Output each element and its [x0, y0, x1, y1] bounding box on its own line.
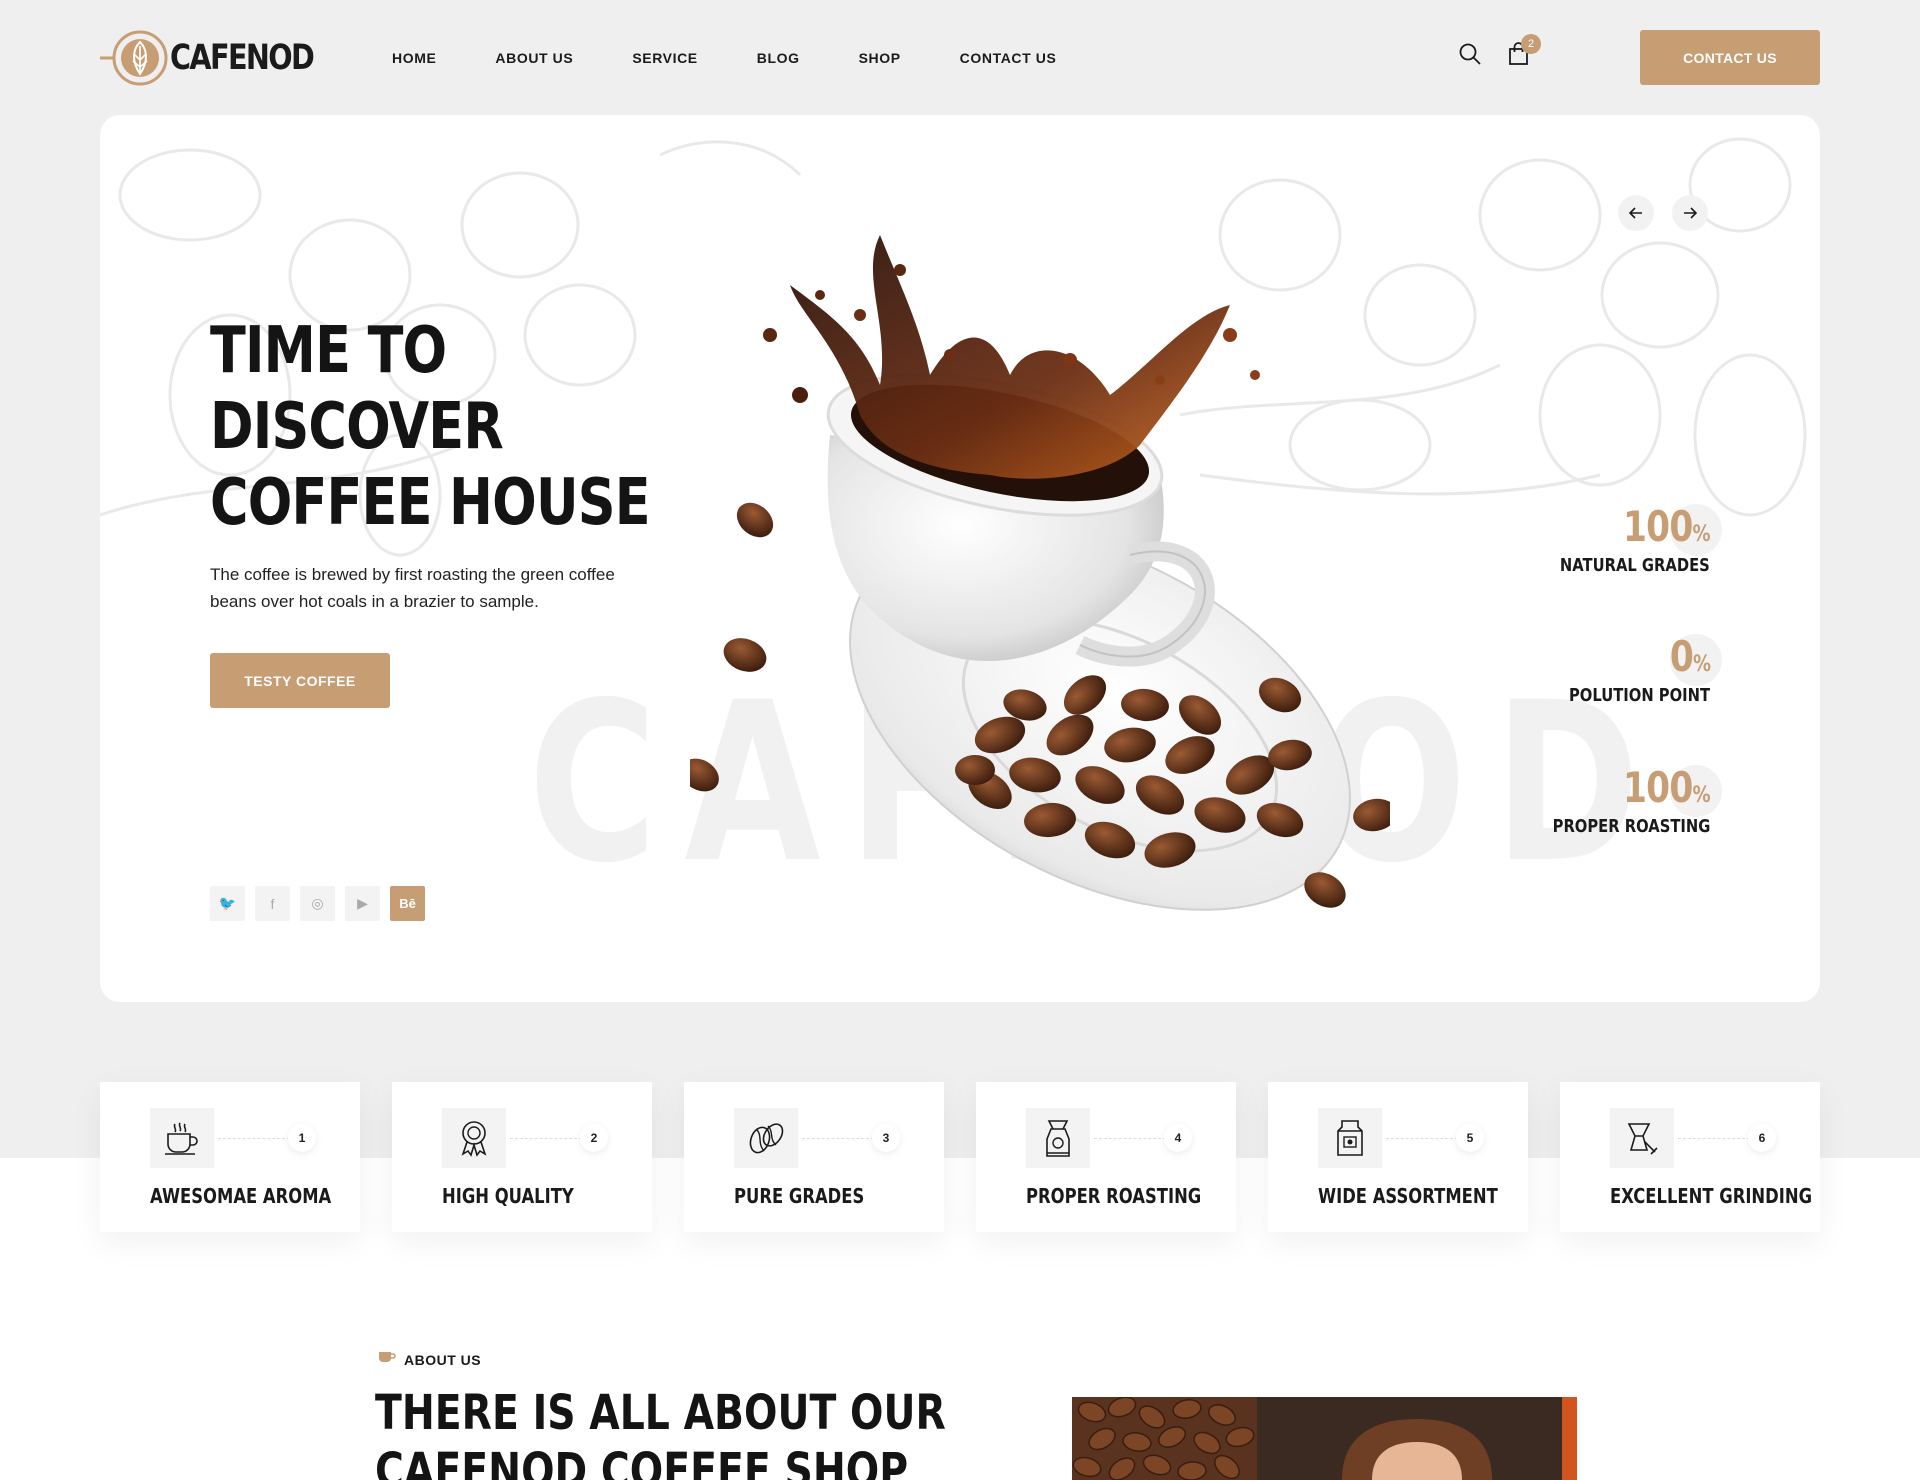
about-title: THERE IS ALL ABOUT OUR CAFENOD COFFEE SH…: [375, 1384, 1071, 1480]
feature-number: 3: [872, 1124, 900, 1152]
header-contact-button[interactable]: CONTACT US: [1640, 30, 1820, 85]
about-title-line-1: THERE IS ALL ABOUT OUR: [375, 1385, 946, 1441]
site-header: CAFENOD HOME ABOUT US SERVICE BLOG SHOP …: [100, 30, 1820, 86]
stat-label: PROPER ROASTING: [1552, 816, 1710, 837]
stat-value: 0: [1669, 632, 1694, 681]
feature-connector: [510, 1138, 582, 1139]
coffee-mug-icon: [378, 1350, 396, 1369]
stat-polution-point: 0% POLUTION POINT: [1538, 632, 1722, 706]
feature-number: 1: [288, 1124, 316, 1152]
stat-label: POLUTION POINT: [1568, 685, 1710, 706]
main-nav: HOME ABOUT US SERVICE BLOG SHOP CONTACT …: [392, 50, 1115, 66]
twitter-icon[interactable]: 🐦: [210, 886, 245, 921]
feature-number: 5: [1456, 1124, 1484, 1152]
feature-connector: [218, 1138, 290, 1139]
hero-card: CAFENOD TIME TO DISCOVER COFFEE HOUSE Th…: [100, 115, 1820, 1002]
about-image-beans-and-portrait: [1072, 1397, 1577, 1480]
facebook-icon[interactable]: f: [255, 886, 290, 921]
feature-number: 2: [580, 1124, 608, 1152]
coffee-beans-icon: [734, 1108, 798, 1168]
instagram-icon[interactable]: ◎: [300, 886, 335, 921]
stat-value: 100: [1623, 502, 1693, 551]
stat-proper-roasting: 100% PROPER ROASTING: [1518, 763, 1722, 837]
brand-name: CAFENOD: [170, 38, 315, 78]
about-title-line-2: CAFENOD COFFEE SHOP: [375, 1443, 909, 1480]
behance-icon[interactable]: Bē: [390, 886, 425, 921]
hero-description: The coffee is brewed by first roasting t…: [210, 565, 615, 611]
feature-number: 4: [1164, 1124, 1192, 1152]
stat-value: 100: [1623, 763, 1693, 812]
nav-contact-us[interactable]: CONTACT US: [960, 50, 1057, 66]
nav-about-us[interactable]: ABOUT US: [495, 50, 573, 66]
coffee-cup-icon: [150, 1108, 214, 1168]
hero-title: TIME TO DISCOVER COFFEE HOUSE: [210, 313, 746, 541]
feature-card-aroma[interactable]: 1 AWESOMAE AROMA: [100, 1082, 360, 1232]
feature-card-quality[interactable]: 2 HIGH QUALITY: [392, 1082, 652, 1232]
nav-home[interactable]: HOME: [392, 50, 436, 66]
feature-title: PURE GRADES: [734, 1184, 865, 1208]
about-eyebrow: ABOUT US: [378, 1350, 481, 1369]
award-badge-icon: [442, 1108, 506, 1168]
feature-title: WIDE ASSORTMENT: [1318, 1184, 1498, 1208]
slider-prev-arrow-icon[interactable]: [1618, 195, 1654, 231]
hero-title-line-3: COFFEE HOUSE: [210, 466, 651, 540]
coffee-pack-icon: [1318, 1108, 1382, 1168]
feature-title: PROPER ROASTING: [1026, 1184, 1202, 1208]
header-icons: 2: [1458, 34, 1558, 68]
stat-unit: %: [1692, 783, 1711, 808]
hero-title-line-2: DISCOVER: [210, 390, 504, 464]
feature-card-roasting[interactable]: 4 PROPER ROASTING: [976, 1082, 1236, 1232]
feature-card-grades[interactable]: 3 PURE GRADES: [684, 1082, 944, 1232]
nav-blog[interactable]: BLOG: [757, 50, 800, 66]
feature-connector: [1094, 1138, 1166, 1139]
roaster-icon: [1026, 1108, 1090, 1168]
stat-natural-grades: 100% NATURAL GRADES: [1527, 502, 1722, 576]
grinder-icon: [1610, 1108, 1674, 1168]
stat-unit: %: [1692, 522, 1711, 547]
feature-title: AWESOMAE AROMA: [150, 1184, 332, 1208]
shopping-bag-icon[interactable]: 2: [1508, 34, 1541, 68]
nav-shop[interactable]: SHOP: [859, 50, 901, 66]
stat-label: NATURAL GRADES: [1560, 555, 1710, 576]
social-links: 🐦 f ◎ ▶ Bē: [210, 886, 435, 921]
feature-title: HIGH QUALITY: [442, 1184, 574, 1208]
feature-connector: [802, 1138, 874, 1139]
feature-title: EXCELLENT GRINDING: [1610, 1184, 1813, 1208]
hero-title-line-1: TIME TO: [210, 314, 447, 388]
logo-cup-icon: [100, 30, 168, 86]
feature-connector: [1678, 1138, 1750, 1139]
feature-number: 6: [1748, 1124, 1776, 1152]
cart-count-badge: 2: [1521, 34, 1541, 54]
coffee-cup-splash-illustration: [690, 235, 1390, 911]
feature-cards: 1 AWESOMAE AROMA 2 HIGH QUALITY 3 PURE G…: [100, 1082, 1852, 1232]
youtube-icon[interactable]: ▶: [345, 886, 380, 921]
search-icon[interactable]: [1458, 42, 1484, 68]
feature-connector: [1386, 1138, 1458, 1139]
slider-next-arrow-icon[interactable]: [1672, 195, 1708, 231]
feature-card-grinding[interactable]: 6 EXCELLENT GRINDING: [1560, 1082, 1820, 1232]
logo[interactable]: CAFENOD: [100, 30, 390, 86]
nav-service[interactable]: SERVICE: [632, 50, 697, 66]
testy-coffee-button[interactable]: TESTY COFFEE: [210, 653, 390, 708]
stat-unit: %: [1692, 652, 1711, 677]
feature-card-assortment[interactable]: 5 WIDE ASSORTMENT: [1268, 1082, 1528, 1232]
about-eyebrow-label: ABOUT US: [404, 1351, 482, 1368]
